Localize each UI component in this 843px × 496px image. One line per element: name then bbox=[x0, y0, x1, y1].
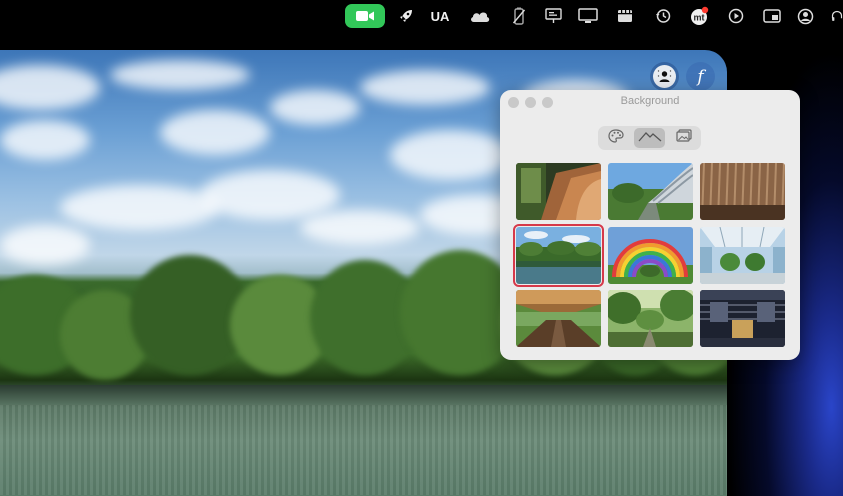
svg-text:mt: mt bbox=[694, 13, 705, 23]
menu-bar: UA mt bbox=[0, 0, 843, 32]
app-badge-icon[interactable]: mt bbox=[688, 4, 710, 28]
cast-screen-icon[interactable] bbox=[761, 4, 783, 28]
time-machine-icon[interactable] bbox=[653, 4, 673, 28]
scenes-segment[interactable] bbox=[634, 128, 665, 148]
background-button[interactable] bbox=[650, 62, 679, 91]
thumbnail-wood-staircase[interactable] bbox=[516, 163, 601, 220]
photos-segment[interactable] bbox=[668, 128, 699, 148]
thumbnail-atrium-trees[interactable] bbox=[700, 227, 785, 284]
rocket-icon[interactable] bbox=[396, 4, 416, 28]
battery-slash-icon[interactable] bbox=[510, 4, 528, 28]
background-panel: Background bbox=[500, 90, 800, 360]
thumbnail-canopy-walkway[interactable] bbox=[516, 290, 601, 347]
user-circle-icon[interactable] bbox=[795, 4, 815, 28]
color-segment[interactable] bbox=[600, 128, 631, 148]
thumbnail-forest-garden[interactable] bbox=[608, 290, 693, 347]
thumbnail-rainbow-arch[interactable] bbox=[608, 227, 693, 284]
palette-icon bbox=[607, 128, 624, 148]
video-camera-icon[interactable] bbox=[345, 4, 385, 28]
thumbnail-glass-hall[interactable] bbox=[700, 290, 785, 347]
clapper-icon[interactable] bbox=[615, 4, 635, 28]
panel-title: Background bbox=[620, 95, 680, 107]
thumbnail-lake-trees[interactable] bbox=[513, 224, 604, 287]
monitor-presentation-icon[interactable] bbox=[543, 4, 563, 28]
landscape-icon bbox=[638, 129, 662, 147]
background-person-icon bbox=[653, 65, 676, 88]
display-icon[interactable] bbox=[576, 4, 600, 28]
lake-water bbox=[0, 385, 727, 496]
cloud-icon[interactable] bbox=[467, 4, 493, 28]
headphones-icon[interactable] bbox=[831, 4, 843, 28]
background-type-segmented-control bbox=[598, 126, 701, 150]
effects-icon: f bbox=[697, 66, 704, 87]
thumbnail-wood-slats[interactable] bbox=[700, 163, 785, 220]
photos-icon bbox=[675, 129, 692, 147]
play-circle-icon[interactable] bbox=[726, 4, 746, 28]
effects-button[interactable]: f bbox=[686, 62, 715, 91]
thumbnail-curved-building[interactable] bbox=[608, 163, 693, 220]
input-source-label[interactable]: UA bbox=[428, 4, 452, 28]
